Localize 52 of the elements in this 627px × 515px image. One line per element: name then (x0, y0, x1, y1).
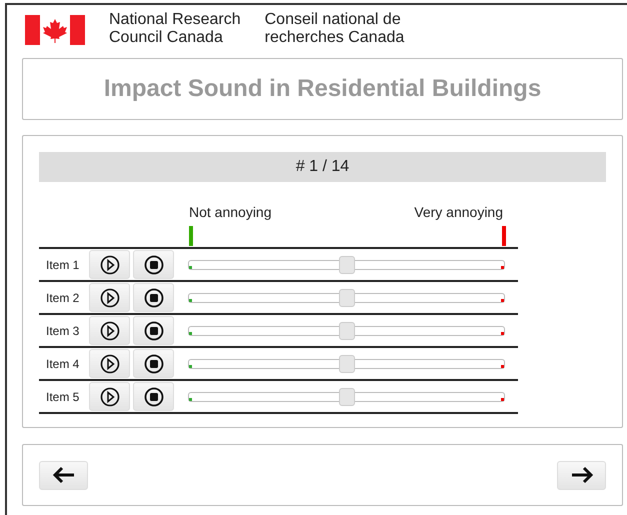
low-end-icon (189, 298, 192, 302)
stop-icon (144, 386, 164, 406)
play-icon (100, 320, 120, 340)
stop-button[interactable] (133, 382, 174, 411)
play-icon (100, 354, 120, 374)
next-button[interactable] (557, 460, 606, 490)
high-end-icon (501, 332, 504, 334)
low-end-icon (189, 364, 192, 368)
low-end-icon (189, 398, 192, 400)
play-icon (100, 288, 120, 308)
item-label: Item 5 (45, 388, 80, 406)
left-arrow-icon (52, 466, 76, 484)
high-end-icon (501, 298, 504, 302)
play-button[interactable] (89, 382, 130, 411)
play-button[interactable] (89, 349, 130, 378)
low-end-icon (189, 266, 192, 268)
high-end-icon (501, 364, 504, 368)
stop-icon (144, 288, 164, 308)
slider-thumb[interactable] (338, 354, 354, 372)
canada-flag-icon (25, 15, 85, 45)
play-icon (100, 254, 120, 274)
stop-icon (144, 254, 164, 274)
item-label: Item 2 (45, 290, 80, 306)
high-end-icon (501, 398, 504, 400)
scale-low-label: Not annoying (189, 203, 272, 222)
play-button[interactable] (89, 316, 130, 345)
stop-icon (144, 354, 164, 374)
item-label: Item 3 (45, 322, 80, 340)
play-button[interactable] (89, 250, 130, 279)
stop-button[interactable] (133, 250, 174, 279)
low-end-icon (189, 332, 192, 334)
slider-thumb[interactable] (338, 322, 354, 340)
org-name-french: Conseil national de recherches Canada (264, 11, 404, 47)
item-label: Item 4 (45, 356, 80, 372)
play-icon (100, 386, 120, 406)
stop-icon (144, 320, 164, 340)
org-name-english: National Research Council Canada (109, 11, 241, 47)
stop-button[interactable] (133, 283, 174, 312)
slider-thumb[interactable] (338, 388, 354, 406)
play-button[interactable] (89, 283, 130, 312)
slider-thumb[interactable] (338, 256, 354, 274)
high-end-icon (501, 266, 504, 268)
scale-high-label: Very annoying (414, 203, 503, 222)
stop-button[interactable] (133, 349, 174, 378)
stop-button[interactable] (133, 316, 174, 345)
page-title: Impact Sound in Residential Buildings (104, 74, 542, 104)
right-arrow-icon (570, 466, 594, 484)
back-button[interactable] (39, 460, 88, 490)
item-label: Item 1 (45, 256, 80, 274)
slider-thumb[interactable] (338, 288, 354, 306)
low-marker-icon (189, 226, 193, 246)
high-marker-icon (502, 226, 506, 246)
